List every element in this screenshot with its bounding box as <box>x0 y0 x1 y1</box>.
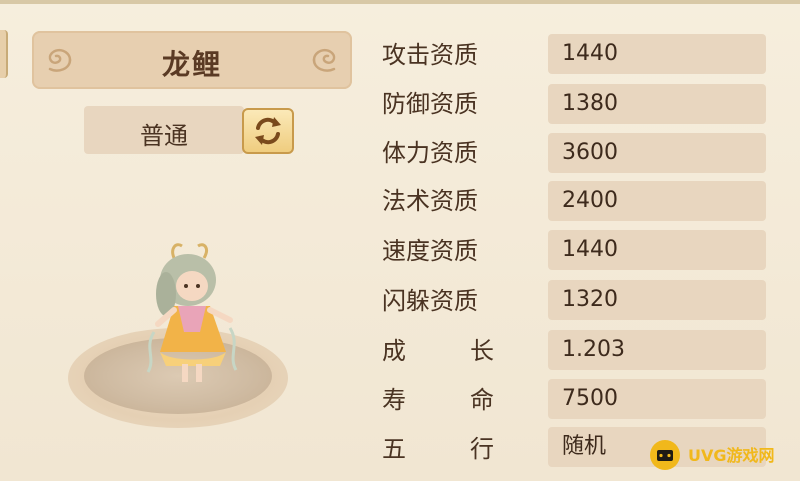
stat-value-lifespan: 7500 <box>562 386 618 411</box>
refresh-icon <box>255 117 281 145</box>
stat-value-growth: 1.203 <box>562 337 625 362</box>
stat-field-lifespan: 7500 <box>548 379 766 419</box>
stat-label-lifespan: 寿 命 <box>382 385 494 415</box>
pet-character-image <box>146 243 238 382</box>
refresh-quality-button[interactable] <box>242 108 294 154</box>
top-border <box>0 0 800 4</box>
stat-label-element-a: 五 <box>382 435 406 463</box>
site-watermark: UVG游戏网 <box>646 432 800 478</box>
stat-label-dodge: 闪躲资质 <box>382 287 478 315</box>
watermark-text: UVG游戏网 <box>688 446 775 465</box>
stat-value-dodge: 1320 <box>562 287 618 312</box>
gamepad-icon <box>650 440 680 470</box>
pet-name: 龙鲤 <box>161 48 222 81</box>
pet-info-panel: 龙鲤 普通 攻击资质 1440 防御资质 1380 体力资质 3600 法术资质… <box>0 0 800 481</box>
stat-field-attack: 1440 <box>548 34 766 74</box>
stat-label-growth-a: 成 <box>382 337 406 365</box>
stat-field-stamina: 3600 <box>548 133 766 173</box>
quality-label: 普通 <box>140 122 188 150</box>
stat-label-magic: 法术资质 <box>382 187 478 215</box>
stat-value-element: 随机 <box>562 434 607 459</box>
stat-label-defense: 防御资质 <box>382 90 478 118</box>
stat-label-attack: 攻击资质 <box>382 41 478 69</box>
stat-label-element: 五 行 <box>382 434 494 464</box>
stat-value-defense: 1380 <box>562 91 618 116</box>
stat-label-lifespan-a: 寿 <box>382 386 406 414</box>
stat-value-stamina: 3600 <box>562 140 618 165</box>
left-tab-edge[interactable] <box>0 30 8 78</box>
pet-name-banner: 龙鲤 <box>32 31 352 89</box>
stat-label-stamina: 体力资质 <box>382 139 478 167</box>
stat-label-speed: 速度资质 <box>382 237 478 265</box>
stat-field-dodge: 1320 <box>548 280 766 320</box>
quality-display: 普通 <box>84 106 244 154</box>
stat-value-speed: 1440 <box>562 237 618 262</box>
stat-label-growth: 成 长 <box>382 336 494 366</box>
stat-field-speed: 1440 <box>548 230 766 270</box>
stat-field-magic: 2400 <box>548 181 766 221</box>
stat-label-growth-b: 长 <box>470 337 494 365</box>
stat-label-lifespan-b: 命 <box>470 386 494 414</box>
stat-value-attack: 1440 <box>562 41 618 66</box>
stat-field-growth: 1.203 <box>548 330 766 370</box>
stat-field-defense: 1380 <box>548 84 766 124</box>
cloud-ornament-right-icon <box>312 48 336 72</box>
stat-label-element-b: 行 <box>470 435 494 463</box>
stat-value-magic: 2400 <box>562 188 618 213</box>
